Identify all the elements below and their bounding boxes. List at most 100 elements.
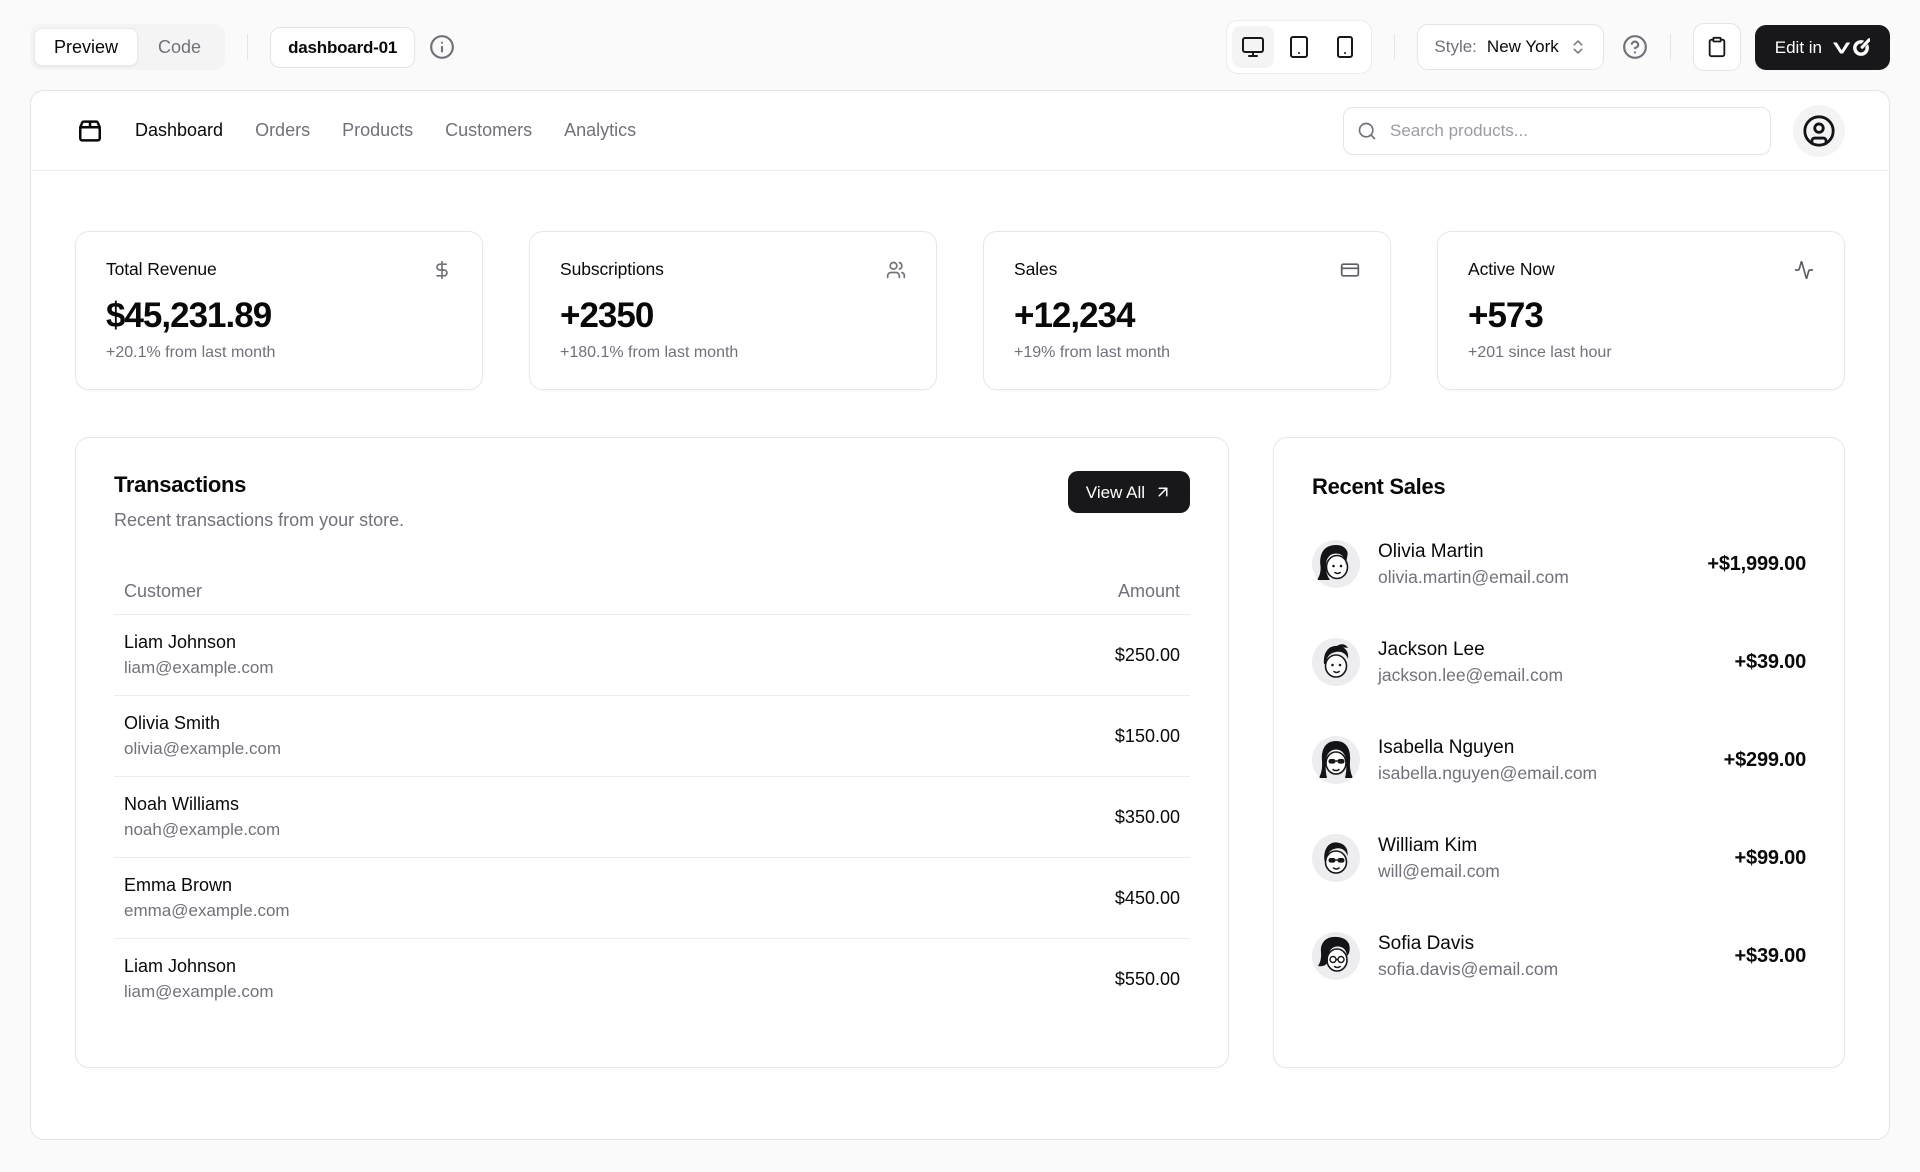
customer-email: olivia@example.com bbox=[124, 739, 842, 759]
recent-sales-title: Recent Sales bbox=[1312, 474, 1806, 500]
search-input[interactable] bbox=[1343, 107, 1771, 155]
dashboard-navbar: Dashboard Orders Products Customers Anal… bbox=[31, 91, 1889, 171]
nav-link-analytics[interactable]: Analytics bbox=[564, 120, 636, 141]
chevrons-up-down-icon bbox=[1569, 38, 1587, 56]
transactions-title: Transactions bbox=[114, 472, 1190, 498]
dashboard-preview-frame: Dashboard Orders Products Customers Anal… bbox=[30, 90, 1890, 1140]
edit-in-v0-button[interactable]: Edit in bbox=[1755, 25, 1890, 70]
stat-change: +180.1% from last month bbox=[560, 344, 906, 362]
activity-icon bbox=[1794, 260, 1814, 280]
table-row[interactable]: Olivia Smith olivia@example.com $150.00 bbox=[114, 696, 1190, 777]
view-all-button[interactable]: View All bbox=[1068, 471, 1190, 513]
nav-link-dashboard[interactable]: Dashboard bbox=[135, 120, 223, 141]
sale-customer-email: sofia.davis@email.com bbox=[1378, 959, 1558, 980]
smartphone-icon[interactable] bbox=[1324, 26, 1366, 68]
tab-preview[interactable]: Preview bbox=[34, 28, 138, 66]
nav-link-orders[interactable]: Orders bbox=[255, 120, 310, 141]
block-toolbar: Preview Code dashboard-01 Style: New Yor… bbox=[0, 0, 1920, 90]
transaction-amount: $550.00 bbox=[852, 939, 1190, 1020]
customer-email: liam@example.com bbox=[124, 982, 842, 1002]
stat-card-total-revenue: Total Revenue $45,231.89 +20.1% from las… bbox=[75, 231, 483, 390]
clipboard-icon[interactable] bbox=[1693, 23, 1741, 71]
sale-customer-email: will@email.com bbox=[1378, 861, 1500, 882]
tab-code[interactable]: Code bbox=[138, 28, 221, 66]
toolbar-divider bbox=[1394, 34, 1395, 60]
stat-card-active-now: Active Now +573 +201 since last hour bbox=[1437, 231, 1845, 390]
table-row[interactable]: Emma Brown emma@example.com $450.00 bbox=[114, 858, 1190, 939]
list-item[interactable]: Olivia Martin olivia.martin@email.com +$… bbox=[1312, 540, 1806, 588]
nav-link-products[interactable]: Products bbox=[342, 120, 413, 141]
avatar-sofia-davis bbox=[1312, 932, 1360, 980]
toolbar-divider bbox=[1670, 34, 1671, 60]
avatar-william-kim bbox=[1312, 834, 1360, 882]
sale-customer-email: olivia.martin@email.com bbox=[1378, 567, 1569, 588]
transactions-subtitle: Recent transactions from your store. bbox=[114, 510, 1190, 531]
stat-value: $45,231.89 bbox=[106, 296, 452, 336]
circle-help-icon[interactable] bbox=[1622, 34, 1648, 60]
nav-link-customers[interactable]: Customers bbox=[445, 120, 532, 141]
search-icon bbox=[1357, 121, 1377, 141]
customer-name: Emma Brown bbox=[124, 875, 842, 896]
list-item[interactable]: Isabella Nguyen isabella.nguyen@email.co… bbox=[1312, 736, 1806, 784]
stat-value: +573 bbox=[1468, 296, 1814, 336]
avatar-isabella-nguyen bbox=[1312, 736, 1360, 784]
table-row[interactable]: Liam Johnson liam@example.com $250.00 bbox=[114, 615, 1190, 696]
list-item[interactable]: William Kim will@email.com +$99.00 bbox=[1312, 834, 1806, 882]
stat-card-subscriptions: Subscriptions +2350 +180.1% from last mo… bbox=[529, 231, 937, 390]
sale-amount: +$39.00 bbox=[1735, 945, 1806, 968]
package-icon[interactable] bbox=[75, 116, 105, 146]
stat-title: Subscriptions bbox=[560, 259, 664, 280]
sale-amount: +$99.00 bbox=[1735, 847, 1806, 870]
list-item[interactable]: Sofia Davis sofia.davis@email.com +$39.0… bbox=[1312, 932, 1806, 980]
transaction-amount: $350.00 bbox=[852, 777, 1190, 858]
stat-change: +20.1% from last month bbox=[106, 344, 452, 362]
block-name-badge: dashboard-01 bbox=[270, 27, 415, 68]
stat-value: +2350 bbox=[560, 296, 906, 336]
users-icon bbox=[886, 260, 906, 280]
info-icon[interactable] bbox=[429, 34, 455, 60]
avatar-olivia-martin bbox=[1312, 540, 1360, 588]
stat-title: Total Revenue bbox=[106, 259, 217, 280]
sale-amount: +$299.00 bbox=[1724, 749, 1806, 772]
sale-customer-name: Jackson Lee bbox=[1378, 639, 1563, 661]
preview-code-toggle: Preview Code bbox=[30, 24, 225, 70]
stat-title: Sales bbox=[1014, 259, 1057, 280]
style-value: New York bbox=[1487, 37, 1559, 57]
table-row[interactable]: Noah Williams noah@example.com $350.00 bbox=[114, 777, 1190, 858]
transactions-table: Customer Amount Liam Johnson liam@exampl… bbox=[114, 569, 1190, 1019]
stat-cards-row: Total Revenue $45,231.89 +20.1% from las… bbox=[75, 231, 1845, 390]
sale-amount: +$1,999.00 bbox=[1707, 553, 1806, 576]
stat-card-sales: Sales +12,234 +19% from last month bbox=[983, 231, 1391, 390]
search-products bbox=[1343, 107, 1771, 155]
style-select[interactable]: Style: New York bbox=[1417, 24, 1603, 70]
transaction-amount: $250.00 bbox=[852, 615, 1190, 696]
customer-name: Noah Williams bbox=[124, 794, 842, 815]
stat-value: +12,234 bbox=[1014, 296, 1360, 336]
sale-customer-name: Olivia Martin bbox=[1378, 541, 1569, 563]
list-item[interactable]: Jackson Lee jackson.lee@email.com +$39.0… bbox=[1312, 638, 1806, 686]
transaction-amount: $150.00 bbox=[852, 696, 1190, 777]
toolbar-divider bbox=[247, 34, 248, 60]
account-button[interactable] bbox=[1793, 105, 1845, 157]
tablet-icon[interactable] bbox=[1278, 26, 1320, 68]
transactions-card: Transactions Recent transactions from yo… bbox=[75, 437, 1229, 1068]
sale-customer-name: Sofia Davis bbox=[1378, 933, 1558, 955]
view-all-label: View All bbox=[1086, 484, 1145, 501]
customer-email: emma@example.com bbox=[124, 901, 842, 921]
desktop-icon[interactable] bbox=[1232, 26, 1274, 68]
v0-logo bbox=[1832, 38, 1870, 57]
customer-email: noah@example.com bbox=[124, 820, 842, 840]
dollar-sign-icon bbox=[432, 260, 452, 280]
table-row[interactable]: Liam Johnson liam@example.com $550.00 bbox=[114, 939, 1190, 1020]
circle-user-icon bbox=[1802, 114, 1836, 148]
stat-change: +19% from last month bbox=[1014, 344, 1360, 362]
credit-card-icon bbox=[1340, 260, 1360, 280]
column-header-customer: Customer bbox=[114, 569, 852, 615]
nav-links: Dashboard Orders Products Customers Anal… bbox=[135, 120, 636, 141]
customer-name: Liam Johnson bbox=[124, 632, 842, 653]
recent-sales-card: Recent Sales Olivia Martin bbox=[1273, 437, 1845, 1068]
sale-amount: +$39.00 bbox=[1735, 651, 1806, 674]
transaction-amount: $450.00 bbox=[852, 858, 1190, 939]
customer-name: Olivia Smith bbox=[124, 713, 842, 734]
style-label: Style: bbox=[1434, 37, 1477, 57]
